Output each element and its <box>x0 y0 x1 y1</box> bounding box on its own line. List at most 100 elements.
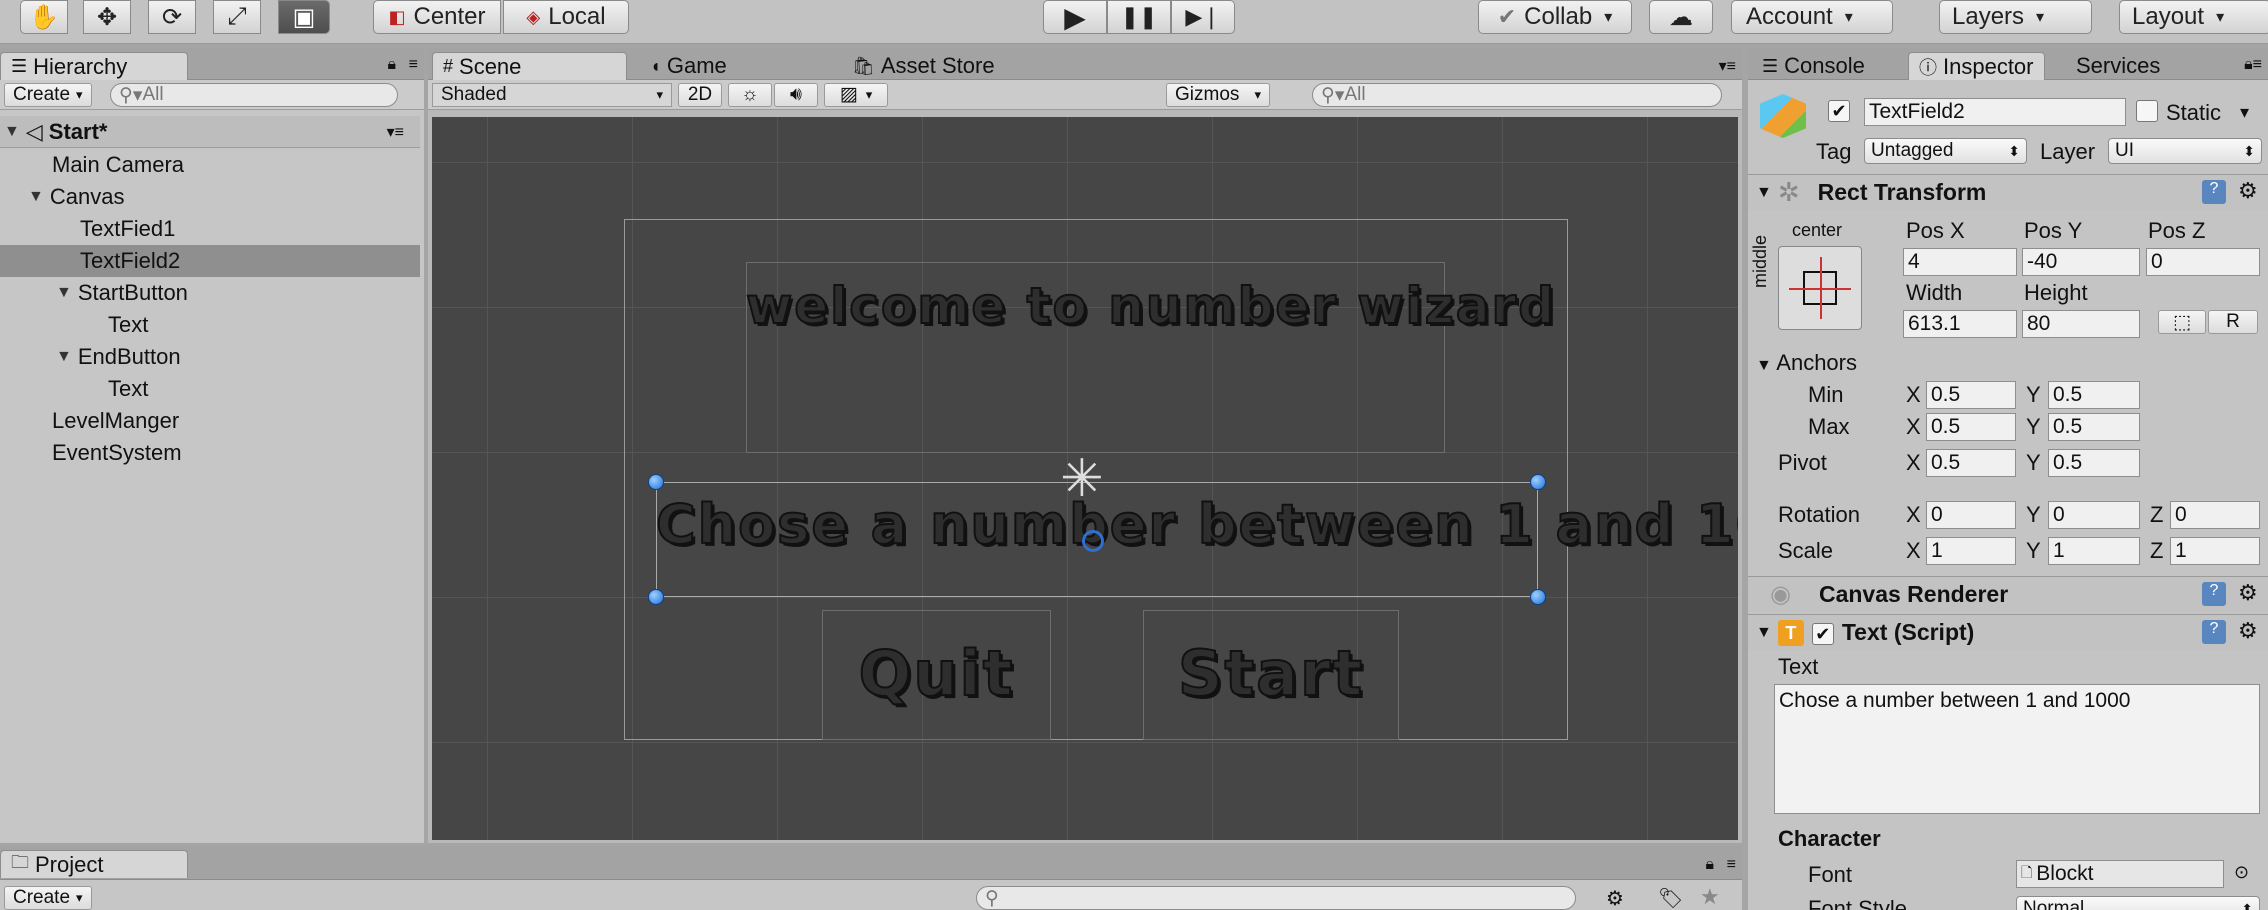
tab-asset-store[interactable]: 🛍︎ Asset Store <box>842 52 1005 80</box>
anchor-min-y-field[interactable]: 0.5 <box>2048 381 2140 409</box>
play-button[interactable]: ▶ <box>1043 0 1107 34</box>
resize-handle-bottom-left[interactable] <box>648 589 664 605</box>
layout-dropdown[interactable]: Layout <box>2119 0 2268 34</box>
tab-console[interactable]: ☰ Console <box>1752 52 1875 80</box>
gear-icon[interactable]: ⚙ <box>2238 618 2258 644</box>
pos-x-field[interactable]: 4 <box>1903 248 2017 276</box>
hierarchy-item-startbutton[interactable]: ▼ StartButton <box>0 277 420 309</box>
pause-button[interactable]: ❚❚ <box>1107 0 1171 34</box>
tab-game[interactable]: ◖ Game <box>640 52 737 80</box>
anchor-min-x-field[interactable]: 0.5 <box>1926 381 2016 409</box>
shading-mode-dropdown[interactable]: Shaded ▾ <box>432 82 672 107</box>
scene-viewport[interactable]: welcome to number wizard Chose a number … <box>432 117 1738 840</box>
text-script-header[interactable]: ▼ T ✔ Text (Script) <box>1748 614 2268 650</box>
width-field[interactable]: 613.1 <box>1903 310 2017 338</box>
resize-handle-top-right[interactable] <box>1530 474 1546 490</box>
pivot-toggle-button[interactable]: ◧ Center <box>373 0 501 34</box>
tab-inspector[interactable]: ⓘ Inspector <box>1908 52 2045 80</box>
panel-menu-icon[interactable]: ≡ <box>1727 856 1736 874</box>
lock-icon[interactable]: 🔒︎ <box>387 56 396 74</box>
move-tool-icon[interactable]: ✥ <box>83 0 131 34</box>
account-dropdown[interactable]: Account <box>1731 0 1893 34</box>
mode-2d-toggle[interactable]: 2D <box>678 82 722 107</box>
pivot-icon[interactable] <box>1082 530 1104 552</box>
help-icon[interactable]: ? <box>2202 620 2226 644</box>
lock-icon[interactable]: 🔒︎≡ <box>2244 56 2262 74</box>
gear-icon[interactable]: ⚙ <box>2238 580 2258 606</box>
hierarchy-create-button[interactable]: Create ▾ <box>4 82 92 107</box>
hierarchy-search-input[interactable]: ⚲▾ All <box>110 83 398 107</box>
active-checkbox[interactable]: ✔ <box>1828 100 1850 122</box>
tab-hierarchy[interactable]: ☰ Hierarchy <box>0 52 188 80</box>
object-picker-icon[interactable]: ⊙ <box>2234 862 2249 883</box>
tag-dropdown[interactable]: Untagged <box>1864 138 2027 164</box>
canvas-renderer-header[interactable]: ◉ Canvas Renderer <box>1748 576 2268 612</box>
blueprint-mode-button[interactable]: ⬚ <box>2158 310 2206 334</box>
lock-icon[interactable]: 🔒︎ <box>1705 856 1714 874</box>
scale-tool-icon[interactable]: ⤢ <box>213 0 261 34</box>
cloud-button[interactable]: ☁ <box>1649 0 1713 34</box>
canvas-anchor-icon[interactable]: ✳ <box>1060 453 1104 505</box>
tab-services[interactable]: Services <box>2066 52 2170 80</box>
audio-toggle[interactable]: 🔊︎ <box>774 82 818 107</box>
font-object-field[interactable]: 🗋 Blockt <box>2016 860 2224 888</box>
scene-search-input[interactable]: ⚲▾ All <box>1312 83 1722 107</box>
resize-handle-bottom-right[interactable] <box>1530 589 1546 605</box>
anchor-max-y-field[interactable]: 0.5 <box>2048 413 2140 441</box>
hierarchy-item-textfied1[interactable]: TextFied1 <box>0 213 420 245</box>
resize-handle-top-left[interactable] <box>648 474 664 490</box>
panel-menu-icon[interactable]: ≡ <box>409 56 418 74</box>
rotation-z-field[interactable]: 0 <box>2170 501 2260 529</box>
scale-y-field[interactable]: 1 <box>2048 537 2140 565</box>
pivot-x-field[interactable]: 0.5 <box>1926 449 2016 477</box>
pos-z-field[interactable]: 0 <box>2146 248 2260 276</box>
tag-icon[interactable]: 🏷︎ <box>1658 886 1683 910</box>
pos-y-field[interactable]: -40 <box>2022 248 2140 276</box>
gizmos-dropdown[interactable]: Gizmos ▾ <box>1166 82 1270 107</box>
scale-z-field[interactable]: 1 <box>2170 537 2260 565</box>
hierarchy-item-endbutton[interactable]: ▼ EndButton <box>0 341 420 373</box>
layers-dropdown[interactable]: Layers <box>1939 0 2092 34</box>
anchors-row[interactable]: ▼ Anchors <box>1756 350 1857 376</box>
rect-tool-icon[interactable]: ▣ <box>278 0 330 34</box>
scene-menu-icon[interactable]: ▾≡ <box>387 122 404 142</box>
layer-dropdown[interactable]: UI <box>2108 138 2262 164</box>
space-toggle-button[interactable]: ◈ Local <box>503 0 629 34</box>
panel-menu-icon[interactable]: ▾≡ <box>1719 56 1736 76</box>
effects-dropdown[interactable]: ▨ ▾ <box>824 82 888 107</box>
text-value-textarea[interactable]: Chose a number between 1 and 1000 <box>1774 684 2260 814</box>
anchor-max-x-field[interactable]: 0.5 <box>1926 413 2016 441</box>
anchor-presets-button[interactable] <box>1778 246 1862 330</box>
hierarchy-item-eventsystem[interactable]: EventSystem <box>0 437 420 469</box>
hierarchy-item-text[interactable]: Text <box>0 373 420 405</box>
hierarchy-item-canvas[interactable]: ▼ Canvas <box>0 181 420 213</box>
raw-edit-button[interactable]: R <box>2208 310 2258 334</box>
gear-icon[interactable]: ⚙ <box>2238 178 2258 204</box>
tab-project[interactable]: 🗀 Project <box>0 850 188 878</box>
project-search-input[interactable]: ⚲ <box>976 886 1576 910</box>
help-icon[interactable]: ? <box>2202 180 2226 204</box>
font-style-dropdown[interactable]: Normal <box>2016 896 2260 910</box>
hand-tool-icon[interactable]: ✋ <box>20 0 68 34</box>
star-icon[interactable]: ★ <box>1700 884 1720 910</box>
tab-scene[interactable]: # Scene <box>432 52 627 80</box>
hierarchy-item-text[interactable]: Text <box>0 309 420 341</box>
object-name-field[interactable]: TextField2 <box>1864 98 2126 126</box>
scale-x-field[interactable]: 1 <box>1926 537 2016 565</box>
rect-transform-header[interactable]: ▼ ✲ Rect Transform <box>1748 174 2268 210</box>
collab-dropdown[interactable]: ✔ Collab <box>1478 0 1632 34</box>
hierarchy-item-main-camera[interactable]: Main Camera <box>0 149 420 181</box>
scene-root-row[interactable]: ▼ ◁ Start* ▾≡ <box>0 116 420 148</box>
rotate-tool-icon[interactable]: ⟳ <box>148 0 196 34</box>
lighting-toggle[interactable]: ☼ <box>728 82 772 107</box>
hierarchy-item-textfield2[interactable]: TextField2 <box>0 245 420 277</box>
rotation-x-field[interactable]: 0 <box>1926 501 2016 529</box>
rotation-y-field[interactable]: 0 <box>2048 501 2140 529</box>
static-dropdown-icon[interactable]: ▾ <box>2240 102 2249 123</box>
filter-type-icon[interactable]: ⚙ <box>1606 886 1624 910</box>
pivot-y-field[interactable]: 0.5 <box>2048 449 2140 477</box>
height-field[interactable]: 80 <box>2022 310 2140 338</box>
text-script-enabled-checkbox[interactable]: ✔ <box>1811 619 1834 646</box>
step-button[interactable]: ▶❘ <box>1171 0 1235 34</box>
static-checkbox[interactable] <box>2136 100 2158 127</box>
